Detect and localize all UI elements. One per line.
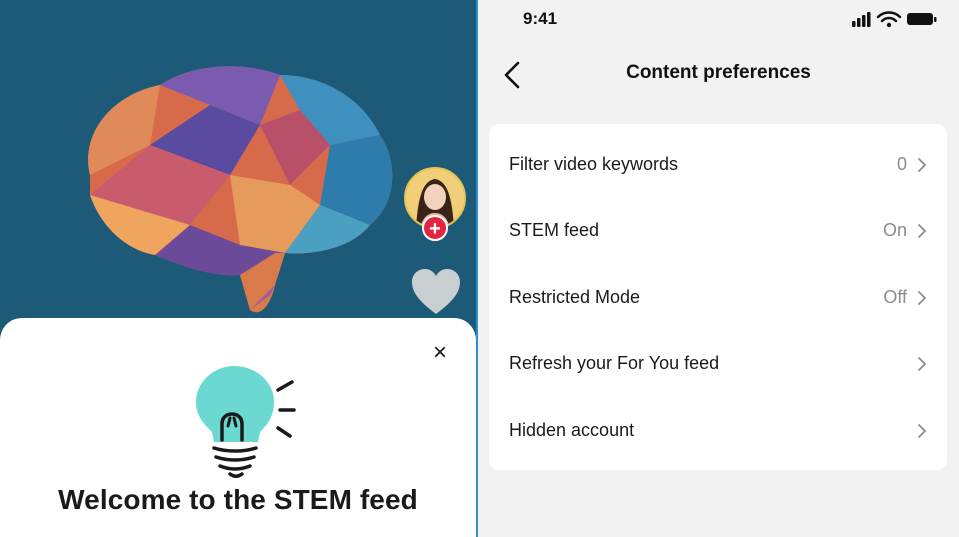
chevron-right-icon	[918, 224, 926, 238]
row-refresh-for-you-feed[interactable]: Refresh your For You feed	[489, 330, 947, 396]
row-label: Refresh your For You feed	[509, 353, 720, 373]
row-label: Filter video keywords	[509, 154, 679, 174]
row-stem-feed[interactable]: STEM feed On	[489, 197, 947, 263]
heart-icon[interactable]	[410, 268, 462, 316]
chevron-right-icon	[918, 424, 926, 438]
row-label: Hidden account	[509, 420, 635, 440]
row-label: Restricted Mode	[509, 287, 641, 307]
status-icons	[850, 10, 940, 28]
row-value: 0	[896, 154, 907, 174]
chevron-right-icon	[918, 357, 926, 371]
row-hidden-account[interactable]: Hidden account	[489, 397, 947, 463]
wifi-icon	[876, 11, 902, 28]
chevron-right-icon	[918, 291, 926, 305]
chevron-right-icon	[918, 158, 926, 172]
video-feed-pane: + × Welcome to the STEM feed	[0, 0, 476, 537]
row-restricted-mode[interactable]: Restricted Mode Off	[489, 264, 947, 330]
preferences-list: Filter video keywords 0 STEM feed On Res…	[489, 124, 947, 470]
signal-icon	[852, 12, 871, 27]
creator-avatar-group[interactable]: +	[404, 167, 466, 243]
page-title: Content preferences	[626, 62, 811, 83]
row-label: STEM feed	[509, 220, 600, 240]
status-time: 9:41	[523, 9, 558, 28]
content-preferences-pane: 9:41 Content preferences Filter video ke…	[478, 0, 959, 537]
sheet-title: Welcome to the STEM feed	[58, 484, 418, 515]
follow-plus-icon[interactable]: +	[422, 215, 448, 241]
row-filter-video-keywords[interactable]: Filter video keywords 0	[489, 131, 947, 197]
battery-icon	[907, 13, 937, 25]
brain-illustration	[70, 55, 410, 325]
lightbulb-icon	[186, 362, 306, 482]
close-icon[interactable]: ×	[427, 340, 453, 366]
row-value: Off	[883, 287, 907, 307]
screen: + × Welcome to the STEM feed 9:41 Conten…	[0, 0, 959, 537]
row-value: On	[882, 220, 907, 240]
